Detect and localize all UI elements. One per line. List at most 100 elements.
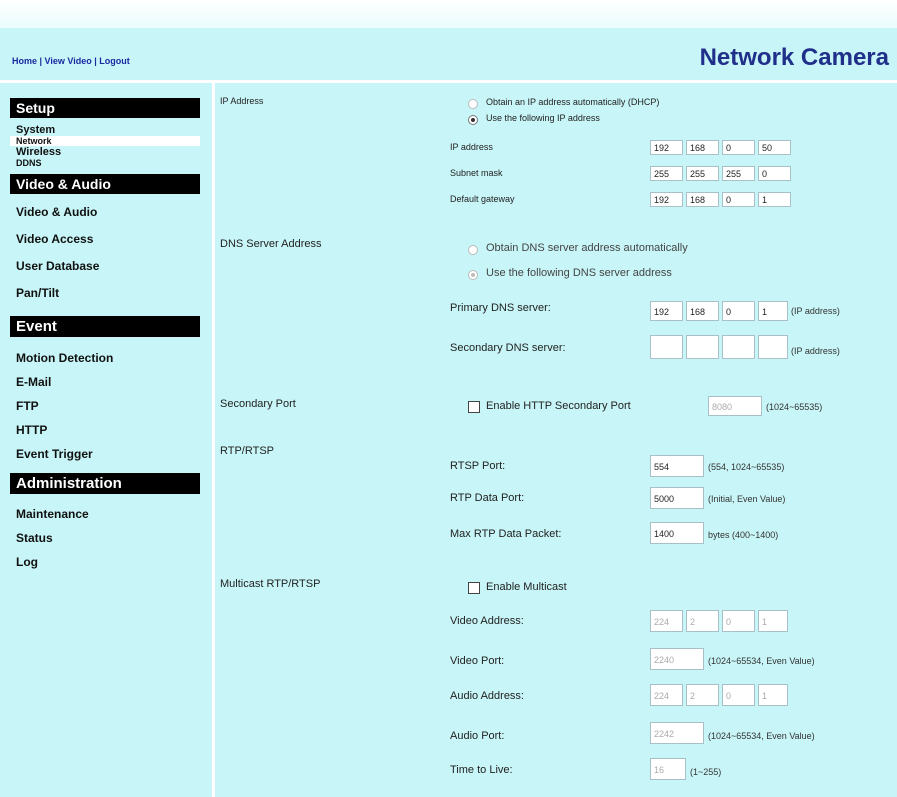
ip-manual-radio[interactable]: [468, 115, 478, 125]
rtsp-port-label: RTSP Port:: [450, 460, 506, 472]
sidebar-section-video-audio: Video & Audio: [10, 174, 200, 194]
sidebar: Setup System Network Wireless DDNS Video…: [10, 94, 200, 569]
secondary-port-note: (1024~65535): [766, 402, 823, 412]
sidebar-section-event: Event: [10, 316, 200, 337]
secondary-dns-octet-2[interactable]: [686, 335, 719, 359]
sidebar-item-email[interactable]: E-Mail: [10, 375, 200, 389]
max-rtp-packet-label: Max RTP Data Packet:: [450, 528, 562, 540]
secondary-dns-octet-3[interactable]: [722, 335, 755, 359]
main-content: IP Address Obtain an IP address automati…: [218, 0, 897, 797]
enable-secondary-port-label: Enable HTTP Secondary Port: [486, 400, 631, 412]
ttl-input[interactable]: 16: [650, 758, 686, 780]
video-address-octet-4[interactable]: 1: [758, 610, 788, 632]
ttl-note: (1~255): [690, 767, 722, 777]
audio-port-label: Audio Port:: [450, 730, 505, 742]
enable-multicast-label: Enable Multicast: [486, 581, 567, 593]
sidebar-divider: [212, 83, 215, 797]
sidebar-item-wireless[interactable]: Wireless: [10, 146, 200, 158]
sidebar-item-user-database[interactable]: User Database: [10, 259, 200, 273]
primary-dns-octet-1[interactable]: 192: [650, 301, 683, 321]
audio-address-label: Audio Address:: [450, 690, 524, 702]
rtp-data-port-input[interactable]: 5000: [650, 487, 704, 509]
sidebar-item-video-audio[interactable]: Video & Audio: [10, 205, 200, 219]
ip-dhcp-radio[interactable]: [468, 99, 478, 109]
header-links: Home | View Video | Logout: [12, 56, 130, 66]
multicast-section-label: Multicast RTP/RTSP: [220, 578, 321, 590]
gw-octet-2[interactable]: 168: [686, 192, 719, 207]
gw-octet-3[interactable]: 0: [722, 192, 755, 207]
gateway-label: Default gateway: [450, 194, 515, 204]
sidebar-item-status[interactable]: Status: [10, 531, 200, 545]
dns-auto-label: Obtain DNS server address automatically: [486, 242, 688, 254]
primary-dns-octet-3[interactable]: 0: [722, 301, 755, 321]
ip-section-label: IP Address: [220, 96, 264, 106]
audio-address-octet-2[interactable]: 2: [686, 684, 719, 706]
video-port-note: (1024~65534, Even Value): [708, 656, 815, 666]
rtp-data-port-note: (Initial, Even Value): [708, 494, 786, 504]
sidebar-section-setup: Setup: [10, 98, 200, 118]
sidebar-item-http[interactable]: HTTP: [10, 423, 200, 437]
enable-multicast-checkbox[interactable]: [468, 582, 480, 594]
mask-octet-2[interactable]: 255: [686, 166, 719, 181]
audio-address-octet-4[interactable]: 1: [758, 684, 788, 706]
mask-octet-4[interactable]: 0: [758, 166, 791, 181]
ip-dhcp-label: Obtain an IP address automatically (DHCP…: [486, 97, 660, 107]
sidebar-item-network[interactable]: Network: [10, 136, 200, 146]
video-port-label: Video Port:: [450, 655, 505, 667]
sidebar-item-motion-detection[interactable]: Motion Detection: [10, 351, 200, 365]
video-address-label: Video Address:: [450, 615, 524, 627]
ip-octet-3[interactable]: 0: [722, 140, 755, 155]
video-address-octet-2[interactable]: 2: [686, 610, 719, 632]
sidebar-section-administration: Administration: [10, 473, 200, 494]
max-rtp-packet-note: bytes (400~1400): [708, 530, 779, 540]
dns-auto-radio[interactable]: [468, 245, 478, 255]
mask-octet-1[interactable]: 255: [650, 166, 683, 181]
audio-port-note: (1024~65534, Even Value): [708, 731, 815, 741]
audio-address-octet-1[interactable]: 224: [650, 684, 683, 706]
secondary-port-section-label: Secondary Port: [220, 398, 296, 410]
audio-address-octet-3[interactable]: 0: [722, 684, 755, 706]
sidebar-item-system[interactable]: System: [10, 124, 200, 136]
subnet-mask-label: Subnet mask: [450, 168, 503, 178]
rtp-section-label: RTP/RTSP: [220, 445, 274, 457]
video-address-octet-1[interactable]: 224: [650, 610, 683, 632]
ip-manual-label: Use the following IP address: [486, 113, 600, 123]
video-address-octet-3[interactable]: 0: [722, 610, 755, 632]
primary-dns-octet-4[interactable]: 1: [758, 301, 788, 321]
primary-dns-note: (IP address): [791, 306, 840, 316]
dns-section-label: DNS Server Address: [220, 238, 322, 250]
ip-octet-1[interactable]: 192: [650, 140, 683, 155]
gw-octet-1[interactable]: 192: [650, 192, 683, 207]
view-video-link[interactable]: View Video: [45, 56, 92, 66]
dns-manual-radio[interactable]: [468, 270, 478, 280]
rtsp-port-input[interactable]: 554: [650, 455, 704, 477]
audio-port-input[interactable]: 2242: [650, 722, 704, 744]
primary-dns-label: Primary DNS server:: [450, 302, 551, 314]
secondary-dns-label: Secondary DNS server:: [450, 342, 566, 354]
ip-octet-2[interactable]: 168: [686, 140, 719, 155]
sidebar-item-event-trigger[interactable]: Event Trigger: [10, 447, 200, 461]
ttl-label: Time to Live:: [450, 764, 513, 776]
primary-dns-octet-2[interactable]: 168: [686, 301, 719, 321]
rtp-data-port-label: RTP Data Port:: [450, 492, 525, 504]
sidebar-item-ftp[interactable]: FTP: [10, 399, 200, 413]
mask-octet-3[interactable]: 255: [722, 166, 755, 181]
enable-secondary-port-checkbox[interactable]: [468, 401, 480, 413]
sidebar-item-log[interactable]: Log: [10, 555, 200, 569]
secondary-dns-octet-4[interactable]: [758, 335, 788, 359]
sidebar-item-maintenance[interactable]: Maintenance: [10, 507, 200, 521]
gw-octet-4[interactable]: 1: [758, 192, 791, 207]
ip-address-label: IP address: [450, 142, 493, 152]
video-port-input[interactable]: 2240: [650, 648, 704, 670]
secondary-port-input[interactable]: 8080: [708, 396, 762, 416]
home-link[interactable]: Home: [12, 56, 37, 66]
sidebar-item-video-access[interactable]: Video Access: [10, 232, 200, 246]
logout-link[interactable]: Logout: [99, 56, 130, 66]
sidebar-item-pan-tilt[interactable]: Pan/Tilt: [10, 286, 200, 300]
rtsp-port-note: (554, 1024~65535): [708, 462, 785, 472]
secondary-dns-note: (IP address): [791, 346, 840, 356]
ip-octet-4[interactable]: 50: [758, 140, 791, 155]
secondary-dns-octet-1[interactable]: [650, 335, 683, 359]
max-rtp-packet-input[interactable]: 1400: [650, 522, 704, 544]
sidebar-item-ddns[interactable]: DDNS: [10, 158, 200, 168]
